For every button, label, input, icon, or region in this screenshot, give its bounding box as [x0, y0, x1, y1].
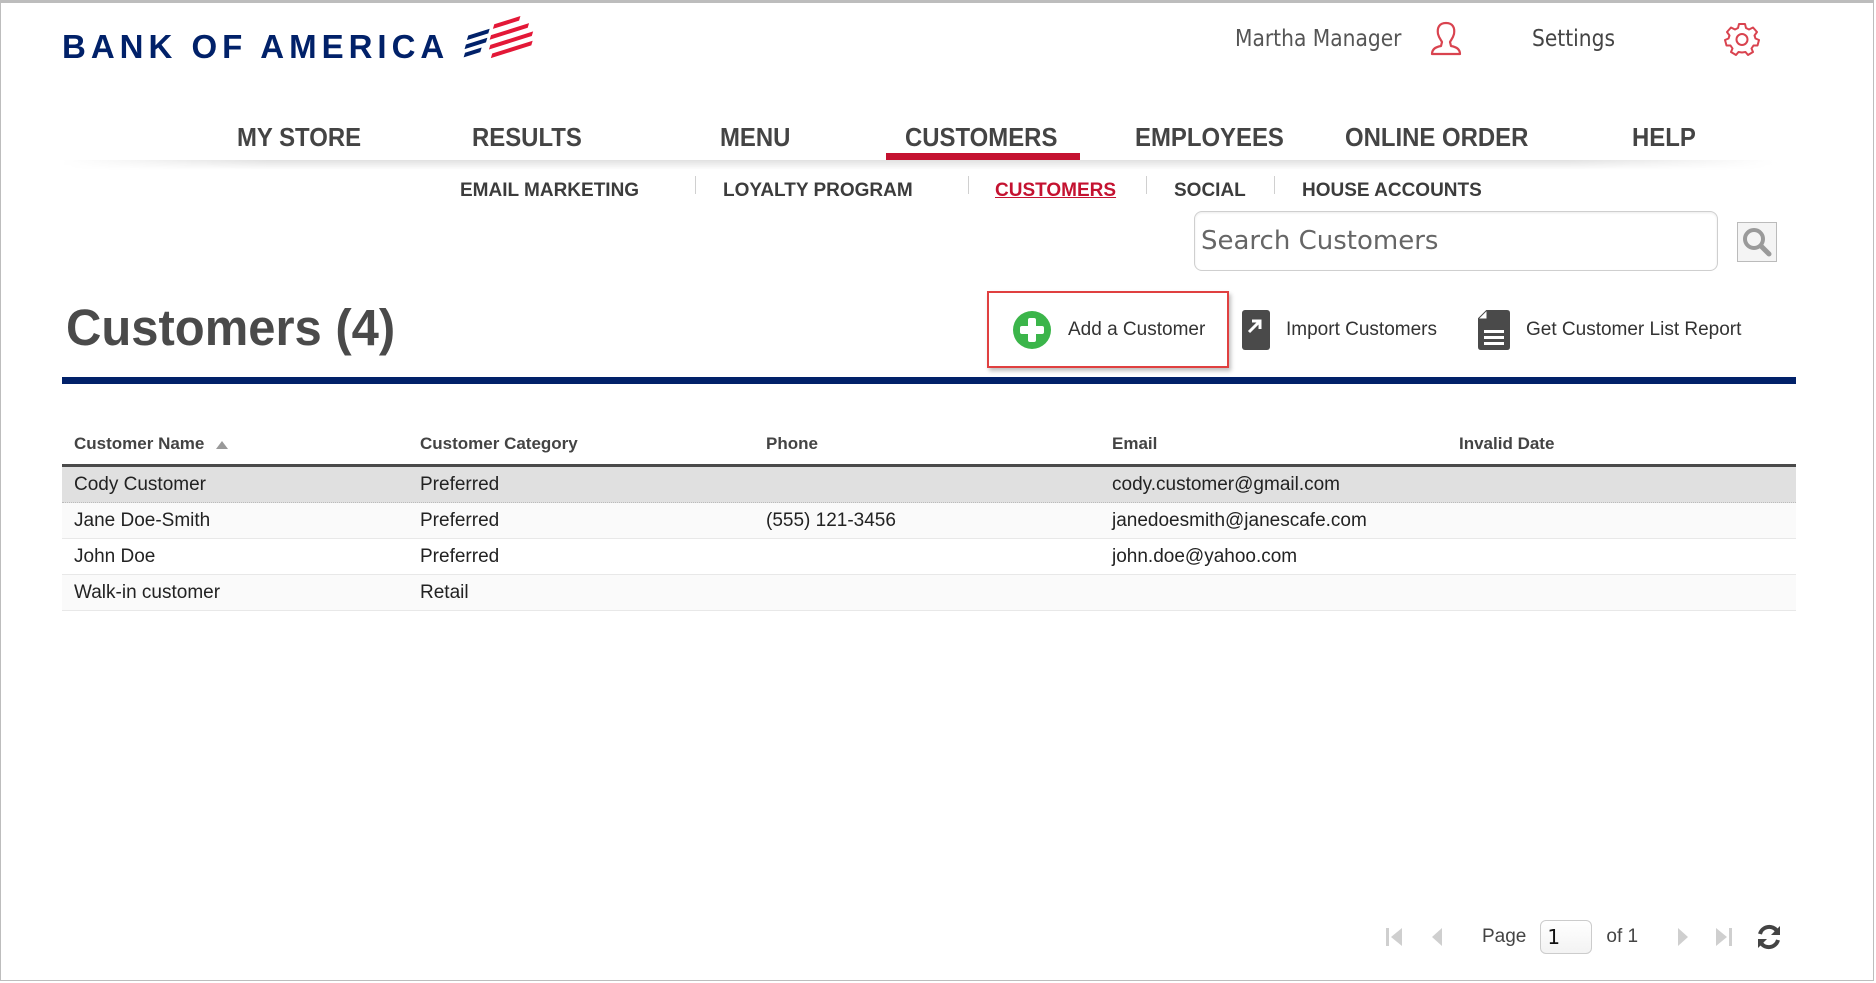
page-title: Customers (4)	[66, 299, 396, 356]
customer-list-report-label: Get Customer List Report	[1526, 319, 1742, 340]
add-customer-label: Add a Customer	[1068, 319, 1206, 340]
title-divider-bar	[62, 377, 1796, 384]
cell-customer-category: Preferred	[420, 473, 500, 495]
page-label: Page	[1482, 926, 1527, 947]
cell-customer-category: Preferred	[420, 545, 500, 567]
cell-email: janedoesmith@janescafe.com	[1112, 509, 1367, 531]
sub-nav-email-marketing[interactable]: EMAIL MARKETING	[460, 180, 639, 202]
sub-nav-loyalty-program[interactable]: LOYALTY PROGRAM	[723, 180, 913, 202]
first-page-icon	[1386, 928, 1402, 946]
next-page-button[interactable]	[1668, 922, 1698, 952]
cell-email: john.doe@yahoo.com	[1112, 545, 1298, 567]
column-header-customer-category[interactable]: Customer Category	[408, 434, 754, 454]
pagination: Page of 1	[1380, 917, 1784, 957]
sub-nav-social[interactable]: SOCIAL	[1174, 180, 1246, 202]
table-header: Customer Name Customer Category Phone Em…	[62, 424, 1796, 467]
search-button[interactable]	[1737, 222, 1777, 262]
page-total-label: of 1	[1606, 926, 1639, 947]
main-nav-customers[interactable]: CUSTOMERS	[905, 122, 1057, 153]
column-header-customer-name[interactable]: Customer Name	[62, 434, 408, 454]
cell-email: cody.customer@gmail.com	[1112, 473, 1340, 495]
sub-nav-house-accounts[interactable]: HOUSE ACCOUNTS	[1302, 180, 1482, 202]
magnifier-icon	[1743, 228, 1772, 257]
cell-customer-name: John Doe	[74, 545, 156, 567]
refresh-icon	[1758, 924, 1781, 950]
table-row[interactable]: John Doe Preferred john.doe@yahoo.com	[62, 539, 1796, 575]
sub-nav-separator	[1146, 176, 1147, 194]
main-nav-help[interactable]: HELP	[1632, 122, 1696, 153]
main-nav-menu[interactable]: MENU	[720, 122, 790, 153]
user-name[interactable]: Martha Manager	[1235, 26, 1402, 52]
column-header-phone[interactable]: Phone	[754, 434, 1100, 454]
main-nav-my-store[interactable]: MY STORE	[237, 122, 361, 153]
gear-icon[interactable]	[1724, 21, 1760, 57]
sub-nav-customers[interactable]: CUSTOMERS	[995, 180, 1116, 202]
sub-nav-separator	[1274, 176, 1275, 194]
table-row[interactable]: Jane Doe-Smith Preferred (555) 121-3456 …	[62, 503, 1796, 539]
import-customers-label: Import Customers	[1286, 319, 1437, 340]
sort-ascending-icon	[216, 440, 229, 449]
cell-customer-category: Retail	[420, 581, 469, 603]
settings-link[interactable]: Settings	[1532, 26, 1615, 52]
column-header-email[interactable]: Email	[1100, 434, 1447, 454]
person-icon[interactable]	[1428, 20, 1464, 58]
previous-page-icon	[1432, 928, 1442, 946]
cell-customer-name: Jane Doe-Smith	[74, 509, 211, 531]
column-header-invalid-date[interactable]: Invalid Date	[1447, 434, 1796, 454]
table-row[interactable]: Walk-in customer Retail	[62, 575, 1796, 611]
main-nav-online-order[interactable]: ONLINE ORDER	[1345, 122, 1528, 153]
next-page-icon	[1678, 928, 1689, 946]
bank-of-america-logo-text: BANK OF AMERICA	[62, 28, 450, 65]
import-customers-button[interactable]: Import Customers	[1242, 310, 1437, 350]
active-nav-indicator	[886, 153, 1080, 160]
last-page-icon	[1716, 928, 1733, 946]
nav-divider	[62, 160, 1774, 170]
import-arrow-icon	[1242, 310, 1270, 350]
plus-circle-icon	[1013, 311, 1051, 349]
table-row[interactable]: Cody Customer Preferred cody.customer@gm…	[62, 467, 1796, 503]
cell-customer-category: Preferred	[420, 509, 500, 531]
last-page-button[interactable]	[1708, 922, 1738, 952]
sub-nav-separator	[695, 176, 696, 194]
customers-table: Customer Name Customer Category Phone Em…	[62, 424, 1796, 611]
report-document-icon	[1478, 310, 1510, 350]
page-number-input[interactable]	[1540, 920, 1593, 954]
sub-nav-separator	[968, 176, 969, 194]
refresh-button[interactable]	[1754, 922, 1784, 952]
main-nav-results[interactable]: RESULTS	[472, 122, 582, 153]
cell-phone: (555) 121-3456	[766, 509, 896, 531]
add-customer-button[interactable]: Add a Customer	[1012, 310, 1205, 350]
previous-page-button[interactable]	[1422, 922, 1452, 952]
cell-customer-name: Walk-in customer	[74, 581, 221, 603]
first-page-button[interactable]	[1380, 922, 1410, 952]
bank-of-america-flag-icon	[463, 16, 534, 59]
main-nav-employees[interactable]: EMPLOYEES	[1135, 122, 1284, 153]
customer-list-report-button[interactable]: Get Customer List Report	[1478, 310, 1741, 350]
search-customers-input[interactable]	[1194, 211, 1718, 271]
cell-customer-name: Cody Customer	[74, 473, 206, 495]
